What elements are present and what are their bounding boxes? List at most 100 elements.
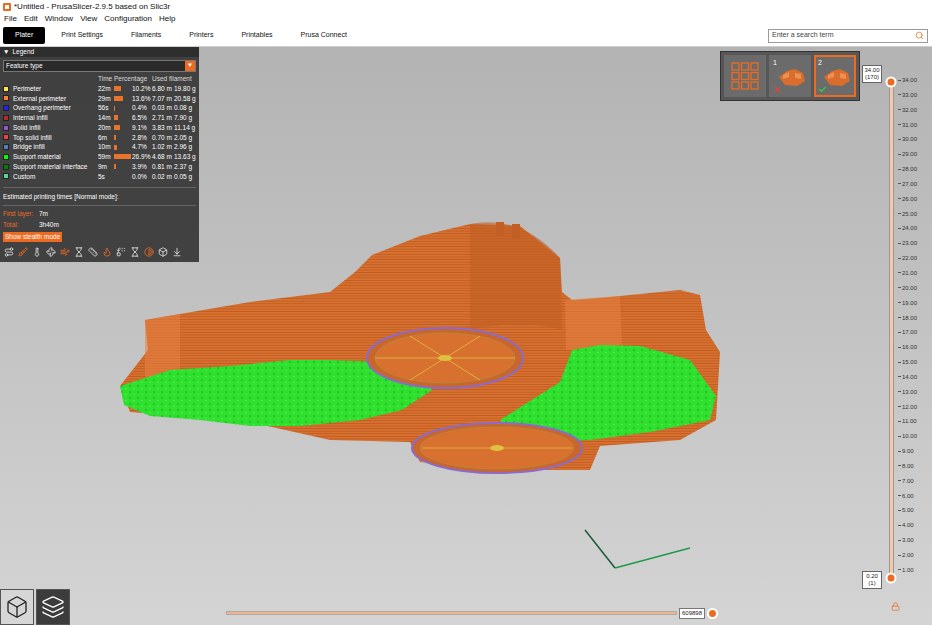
tab[interactable]: Print Settings xyxy=(49,27,115,44)
toolbar-option-icon[interactable] xyxy=(46,247,56,257)
prusaslicer-window: *Untitled - PrusaSlicer-2.9.5 based on S… xyxy=(0,0,932,625)
toolbar-option-icon[interactable] xyxy=(32,247,42,257)
legend-weight: 13.63 g xyxy=(174,152,196,162)
search-icon[interactable] xyxy=(915,31,924,40)
legend-time: 20m xyxy=(98,123,114,133)
legend-percentage: 26.9% xyxy=(132,152,152,162)
move-slider-track[interactable] xyxy=(226,611,677,615)
legend-time: 29m xyxy=(98,94,114,104)
legend-length: 4.68 m xyxy=(152,152,174,162)
legend-length: 1.02 m xyxy=(152,142,174,152)
move-slider-value: 609898 xyxy=(679,608,705,619)
view-mode-button[interactable] xyxy=(0,589,34,625)
layer-tick-label: 24.00 xyxy=(902,225,917,231)
legend-item: Internal infill14m6.5%2.71 m7.90 g xyxy=(3,113,196,123)
toolbar-option-icon[interactable] xyxy=(144,247,154,257)
legend-length: 0.03 m xyxy=(152,103,174,113)
legend-weight: 7.90 g xyxy=(174,113,196,123)
layer-tick-label: 7.00 xyxy=(902,478,914,484)
legend-length: 0.81 m xyxy=(152,162,174,172)
legend-name: Perimeter xyxy=(10,84,98,94)
layer-tick-label: 31.00 xyxy=(902,122,917,128)
search-placeholder: Enter a search term xyxy=(772,30,915,41)
bed-thumbnail[interactable]: 2 xyxy=(814,55,856,97)
legend-swatch xyxy=(3,173,9,179)
layer-tick-label: 22.00 xyxy=(902,255,917,261)
bed-preview-icon xyxy=(777,65,807,89)
layer-tick-label: 28.00 xyxy=(902,166,917,172)
legend-time: 56s xyxy=(98,103,114,113)
legend-header[interactable]: ▼Legend xyxy=(0,47,199,57)
bed-thumbnail[interactable]: 1 xyxy=(769,55,811,97)
legend-expander[interactable]: ▼ xyxy=(3,47,9,57)
toolbar-option-icon[interactable] xyxy=(74,247,84,257)
tab[interactable]: Plater xyxy=(3,27,45,44)
legend-time: 6m xyxy=(98,133,114,143)
legend-swatch xyxy=(3,144,9,150)
layer-tick-label: 34.00 xyxy=(902,77,917,83)
cube-icon xyxy=(5,595,29,619)
legend-toolbar xyxy=(0,242,199,262)
tab[interactable]: Prusa Connect xyxy=(289,27,359,44)
all-beds-button[interactable] xyxy=(724,55,766,97)
menu-item[interactable]: Configuration xyxy=(104,13,152,25)
legend-name: Custom xyxy=(10,172,98,182)
lock-icon[interactable] xyxy=(891,602,900,611)
view-mode-toggles xyxy=(0,589,70,625)
toolbar-option-icon[interactable] xyxy=(130,247,140,257)
toolbar-option-icon[interactable] xyxy=(18,247,28,257)
tab[interactable]: Printers xyxy=(177,27,225,44)
legend-item: External perimeter29m13.6%7.07 m20.58 g xyxy=(3,94,196,104)
menu-item[interactable]: Edit xyxy=(24,13,38,25)
legend-length: 0.70 m xyxy=(152,133,174,143)
legend-swatch xyxy=(3,95,9,101)
dropdown-arrow[interactable]: ▼ xyxy=(185,61,195,71)
legend-time: 10m xyxy=(98,142,114,152)
layer-tick-label: 11.00 xyxy=(902,418,917,424)
toolbar-option-icon[interactable] xyxy=(60,247,70,257)
legend-weight: 11.14 g xyxy=(174,123,196,133)
layer-tick-label: 14.00 xyxy=(902,374,917,380)
legend-swatch xyxy=(3,115,9,121)
search-field[interactable]: Enter a search term xyxy=(768,29,928,43)
viewport[interactable]: ▼Legend Feature type▼ TimePercentageUsed f… xyxy=(0,47,932,625)
layer-tick-label: 17.00 xyxy=(902,329,917,335)
legend-percentage: 3.9% xyxy=(132,162,152,172)
legend-bar xyxy=(114,164,116,169)
tab[interactable]: Filaments xyxy=(119,27,173,44)
move-slider-thumb[interactable] xyxy=(707,608,718,619)
legend-item: Solid infill20m9.1%3.83 m11.14 g xyxy=(3,123,196,133)
legend-bar xyxy=(114,115,118,120)
toolbar-option-icon[interactable] xyxy=(158,247,168,257)
toolbar-option-icon[interactable] xyxy=(88,247,98,257)
toolbar-option-icon[interactable] xyxy=(4,247,14,257)
toolbar-option-icon[interactable] xyxy=(102,247,112,257)
layer-slider-track[interactable] xyxy=(889,81,894,579)
menu-item[interactable]: Window xyxy=(45,13,73,25)
legend-time: 14m xyxy=(98,113,114,123)
layer-tick-label: 30.00 xyxy=(902,136,917,142)
layer-tick-label: 23.00 xyxy=(902,240,917,246)
upper-thumb[interactable] xyxy=(886,77,897,88)
layer-tick-label: 13.00 xyxy=(902,389,917,395)
menu-item[interactable]: Help xyxy=(159,13,175,25)
stealth-mode-button[interactable]: Show stealth mode xyxy=(3,232,62,242)
view-type-dropdown[interactable]: Feature type▼ xyxy=(3,60,196,72)
tab[interactable]: Printables xyxy=(229,27,284,44)
menu-item[interactable]: View xyxy=(80,13,97,25)
legend-swatch xyxy=(3,154,9,160)
toolbar-option-icon[interactable] xyxy=(172,247,182,257)
view-mode-button[interactable] xyxy=(36,589,70,625)
legend-percentage: 6.5% xyxy=(132,113,152,123)
legend-name: Internal infill xyxy=(10,113,98,123)
legend-columns: TimePercentageUsed filament xyxy=(3,74,196,84)
layer-tick-label: 29.00 xyxy=(902,151,917,157)
menu-item[interactable]: File xyxy=(4,13,17,25)
legend-bar xyxy=(114,86,121,91)
layer-tick-label: 5.00 xyxy=(902,507,914,513)
toolbar-option-icon[interactable] xyxy=(116,247,126,257)
bed-valid-icon xyxy=(818,85,827,94)
layer-tick-label: 1.00 xyxy=(902,567,914,573)
lower-thumb[interactable] xyxy=(886,573,897,584)
legend-weight: 0.08 g xyxy=(174,103,196,113)
